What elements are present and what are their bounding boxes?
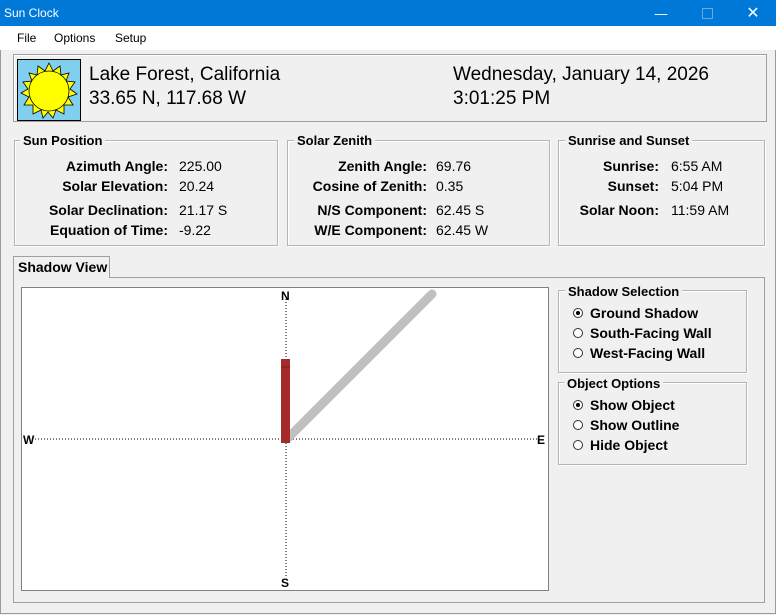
compass-north: N <box>281 289 290 303</box>
current-date: Wednesday, January 14, 2026 <box>453 64 709 85</box>
shadow-view-canvas: N S W E <box>21 287 549 591</box>
sunrise-label: Sunrise: <box>602 158 659 174</box>
radio-show-outline[interactable]: Show Outline <box>573 417 679 433</box>
radio-show-object[interactable]: Show Object <box>573 397 675 413</box>
sunrise-value: 6:55 AM <box>671 158 723 174</box>
menu-file[interactable]: File <box>17 31 36 45</box>
solar-zenith-title: Solar Zenith <box>294 133 376 148</box>
sunset-value: 5:04 PM <box>671 178 724 194</box>
radio-hide-object[interactable]: Hide Object <box>573 437 668 453</box>
solar-noon-value: 11:59 AM <box>671 202 730 218</box>
radio-button-icon <box>573 348 583 358</box>
ground-shadow <box>283 289 437 443</box>
compass-east: E <box>537 433 546 447</box>
elevation-value: 20.24 <box>179 178 215 194</box>
minimize-button[interactable]: — <box>638 0 684 26</box>
radio-button-icon <box>573 308 583 318</box>
ns-component-value: 62.45 S <box>436 202 485 218</box>
cosine-zenith-label: Cosine of Zenith: <box>312 178 427 194</box>
maximize-icon <box>701 7 713 19</box>
radio-south-facing-wall[interactable]: South-Facing Wall <box>573 325 712 341</box>
we-component-label: W/E Component: <box>314 222 427 238</box>
close-icon: ✕ <box>746 5 760 22</box>
sunset-label: Sunset: <box>607 178 659 194</box>
maximize-button[interactable] <box>684 0 730 26</box>
declination-label: Solar Declination: <box>48 202 168 218</box>
shadow-selection-title: Shadow Selection <box>565 284 683 299</box>
zenith-angle-label: Zenith Angle: <box>338 158 427 174</box>
sun-position-title: Sun Position <box>20 133 106 148</box>
ns-component-label: N/S Component: <box>317 202 427 218</box>
cosine-zenith-value: 0.35 <box>436 178 464 194</box>
radio-west-facing-wall[interactable]: West-Facing Wall <box>573 345 705 361</box>
radio-ground-shadow[interactable]: Ground Shadow <box>573 305 698 321</box>
title-bar: Sun Clock — ✕ <box>0 0 776 26</box>
zenith-angle-value: 69.76 <box>436 158 472 174</box>
radio-button-icon <box>573 440 583 450</box>
elevation-label: Solar Elevation: <box>62 178 168 194</box>
object <box>281 359 290 443</box>
radio-button-icon <box>573 420 583 430</box>
equation-of-time-label: Equation of Time: <box>50 222 168 238</box>
minimize-icon: — <box>654 5 668 21</box>
location-coordinates: 33.65 N, 117.68 W <box>89 88 247 109</box>
we-component-value: 62.45 W <box>436 222 489 238</box>
sunrise-sunset-title: Sunrise and Sunset <box>565 133 693 148</box>
window-title: Sun Clock <box>4 6 59 20</box>
object-options-title: Object Options <box>564 376 664 391</box>
current-time: 3:01:25 PM <box>453 88 551 109</box>
compass-west: W <box>23 433 35 447</box>
menu-setup[interactable]: Setup <box>115 31 146 45</box>
tab-label: Shadow View <box>18 259 108 275</box>
compass-south: S <box>281 576 290 590</box>
close-button[interactable]: ✕ <box>730 0 776 26</box>
azimuth-value: 225.00 <box>179 158 222 174</box>
location-name: Lake Forest, California <box>89 64 281 85</box>
solar-noon-label: Solar Noon: <box>579 202 659 218</box>
radio-button-icon <box>573 400 583 410</box>
declination-value: 21.17 S <box>179 202 228 218</box>
menu-bar: File Options Setup <box>0 26 776 50</box>
sun-icon <box>17 59 81 121</box>
tab-shadow-view[interactable]: Shadow View <box>13 256 110 278</box>
menu-options[interactable]: Options <box>54 31 95 45</box>
equation-of-time-value: -9.22 <box>179 222 211 238</box>
azimuth-label: Azimuth Angle: <box>65 158 168 174</box>
radio-button-icon <box>573 328 583 338</box>
